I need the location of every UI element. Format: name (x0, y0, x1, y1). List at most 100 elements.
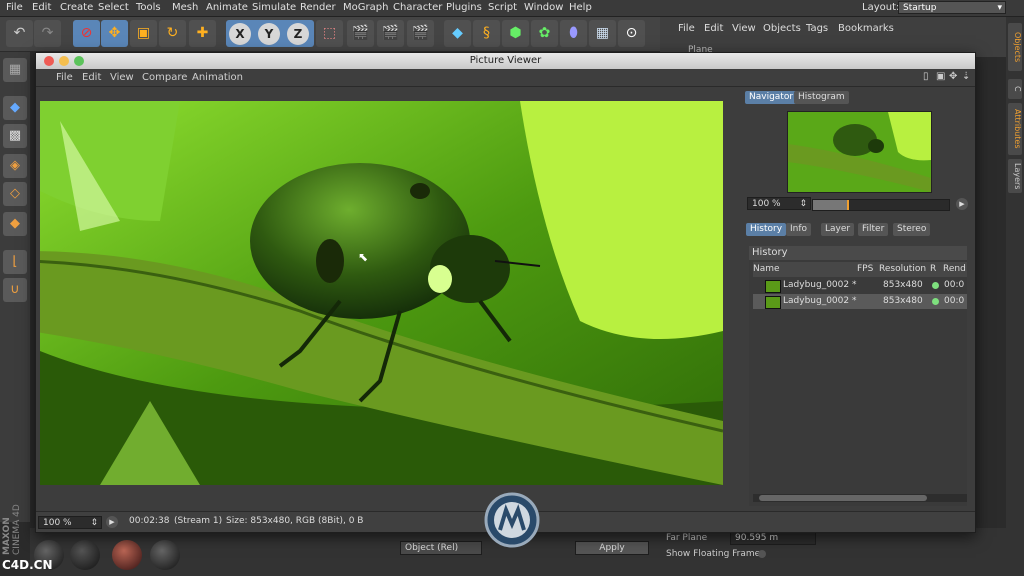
menu-edit[interactable]: Edit (32, 2, 51, 13)
scale-icon[interactable]: ▣ (130, 20, 157, 47)
menu-script[interactable]: Script (488, 2, 517, 13)
edges-mode-icon[interactable]: ◇ (3, 182, 27, 206)
pv-menu-view[interactable]: View (110, 72, 134, 83)
far-plane-field[interactable]: 90.595 m (730, 531, 816, 545)
render-view-icon[interactable]: 🎬 (347, 20, 374, 47)
render-picture-viewer-icon[interactable]: 🎬 (377, 20, 404, 47)
render-settings-icon[interactable]: 🎬 (407, 20, 434, 47)
cube-icon[interactable]: ◆ (444, 20, 471, 47)
history-row[interactable]: Ladybug_0002 * 853x480 00:0 (753, 278, 967, 293)
tab-layers[interactable]: Layers (1008, 159, 1022, 193)
zoom-slider[interactable] (812, 199, 950, 211)
menu-mesh[interactable]: Mesh (172, 2, 198, 13)
horizontal-scrollbar[interactable] (753, 494, 967, 502)
checker-icon[interactable]: ▦ (3, 58, 27, 82)
layout-select[interactable]: Startup ▾ (898, 1, 1006, 14)
menu-help[interactable]: Help (569, 2, 592, 13)
menu-select[interactable]: Select (98, 2, 129, 13)
tab-info[interactable]: Info (786, 223, 812, 236)
subdivision-icon[interactable]: ⬢ (502, 20, 529, 47)
play-icon[interactable]: ▶ (106, 516, 118, 528)
show-floating-frame-checkbox[interactable] (758, 550, 766, 558)
menu-plugins[interactable]: Plugins (446, 2, 482, 13)
menu-file[interactable]: File (6, 2, 23, 13)
tab-stereo[interactable]: Stereo (893, 223, 931, 236)
spline-icon[interactable]: § (473, 20, 500, 47)
material-ball[interactable] (150, 540, 180, 570)
om-menu-bookmarks[interactable]: Bookmarks (838, 23, 894, 34)
tab-history[interactable]: History (746, 223, 787, 236)
redo-icon[interactable]: ↷ (34, 20, 61, 47)
om-menu-file[interactable]: File (678, 23, 695, 34)
om-menu-tags[interactable]: Tags (806, 23, 828, 34)
coordinate-system-icon[interactable]: ⬚ (316, 20, 343, 47)
tab-objects[interactable]: Objects (1008, 23, 1022, 71)
minimize-icon[interactable] (59, 56, 69, 66)
tab-filter[interactable]: Filter (858, 223, 889, 236)
array-icon[interactable]: ✿ (531, 20, 558, 47)
col-r[interactable]: R (930, 262, 936, 277)
navigator-zoom-field[interactable]: 100 % ⇕ (747, 197, 811, 210)
model-mode-icon[interactable]: ◆ (3, 96, 27, 120)
layout-icon[interactable]: ▯ (923, 71, 929, 82)
texture-mode-icon[interactable]: ▩ (3, 124, 27, 148)
move-icon[interactable]: ✥ (101, 20, 128, 47)
menu-tools[interactable]: Tools (136, 2, 161, 13)
history-row-selected[interactable]: Ladybug_0002 * 853x480 00:0 (753, 294, 967, 309)
tab-attributes[interactable]: Attributes (1008, 103, 1022, 155)
close-icon[interactable] (44, 56, 54, 66)
menu-simulate[interactable]: Simulate (252, 2, 296, 13)
col-fps[interactable]: FPS (857, 262, 873, 277)
apply-button[interactable]: Apply (575, 541, 649, 555)
far-plane-value: 90.595 m (735, 533, 779, 543)
om-menu-edit[interactable]: Edit (704, 23, 723, 34)
deformer-icon[interactable]: ⬮ (560, 20, 587, 47)
pv-menu-file[interactable]: File (56, 72, 73, 83)
tab-navigator[interactable]: Navigator (745, 91, 798, 104)
play-icon[interactable]: ▶ (956, 198, 968, 210)
pv-menu-animation[interactable]: Animation (192, 72, 243, 83)
menu-character[interactable]: Character (393, 2, 442, 13)
status-zoom-field[interactable]: 100 % ⇕ (38, 516, 102, 529)
tab-histogram[interactable]: Histogram (794, 91, 849, 104)
menu-create[interactable]: Create (60, 2, 93, 13)
zoom-slider-handle[interactable] (847, 200, 849, 210)
menu-render[interactable]: Render (300, 2, 336, 13)
y-axis-button[interactable]: Y (258, 23, 280, 45)
menu-animate[interactable]: Animate (206, 2, 248, 13)
polygons-mode-icon[interactable]: ◆ (3, 212, 27, 236)
undo-icon[interactable]: ↶ (6, 20, 33, 47)
menu-mograph[interactable]: MoGraph (343, 2, 388, 13)
z-axis-button[interactable]: Z (287, 23, 309, 45)
arrow-down-icon[interactable]: ⇣ (962, 71, 970, 82)
col-rend[interactable]: Rend (943, 262, 966, 277)
render-image[interactable]: ⬉ (40, 101, 723, 485)
scrollbar-thumb[interactable] (759, 495, 927, 501)
rotate-icon[interactable]: ↻ (159, 20, 186, 47)
magnet-icon[interactable]: ∪ (3, 278, 27, 302)
camera-icon[interactable]: ⊙ (618, 20, 645, 47)
tab-layer[interactable]: Layer (821, 223, 855, 236)
om-menu-objects[interactable]: Objects (763, 23, 801, 34)
pv-menu-compare[interactable]: Compare (142, 72, 187, 83)
axis-mode-icon[interactable]: ⌊ (3, 250, 27, 274)
coordinate-mode-select[interactable]: Object (Rel) (400, 541, 482, 555)
col-name[interactable]: Name (753, 262, 780, 277)
maximize-icon[interactable] (74, 56, 84, 66)
add-icon[interactable]: ✚ (189, 20, 216, 47)
col-resolution[interactable]: Resolution (879, 262, 926, 277)
title-bar[interactable]: Picture Viewer (36, 53, 975, 69)
x-axis-button[interactable]: X (229, 23, 251, 45)
new-window-icon[interactable]: ▣ (936, 71, 945, 82)
tab-c[interactable]: C (1008, 79, 1022, 99)
floor-icon[interactable]: ▦ (589, 20, 616, 47)
navigator-thumbnail[interactable] (787, 111, 932, 193)
menu-window[interactable]: Window (524, 2, 563, 13)
material-ball[interactable] (70, 540, 100, 570)
move-panel-icon[interactable]: ✥ (949, 71, 957, 82)
live-select-icon[interactable]: ⊘ (73, 20, 100, 47)
material-ball[interactable] (112, 540, 142, 570)
pv-menu-edit[interactable]: Edit (82, 72, 101, 83)
om-menu-view[interactable]: View (732, 23, 756, 34)
points-mode-icon[interactable]: ◈ (3, 154, 27, 178)
